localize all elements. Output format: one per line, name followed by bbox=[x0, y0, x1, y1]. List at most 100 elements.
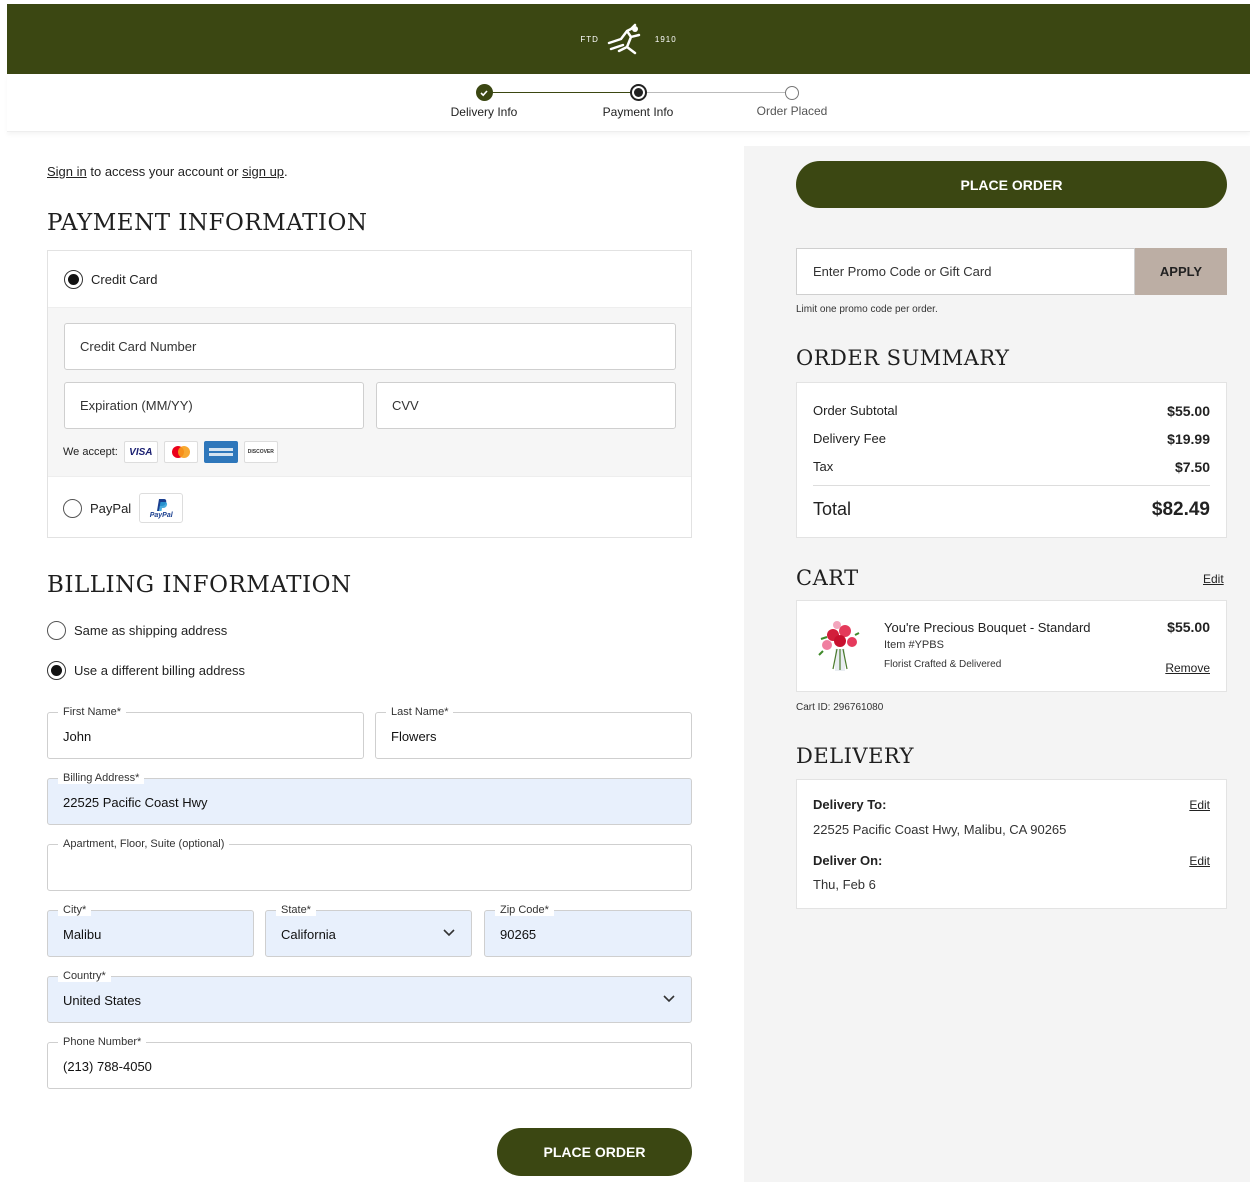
first-name-field[interactable]: First Name* John bbox=[47, 706, 364, 759]
apartment-field[interactable]: Apartment, Floor, Suite (optional) bbox=[47, 838, 692, 891]
mercury-man-icon bbox=[607, 23, 641, 55]
deliver-on-value: Thu, Feb 6 bbox=[813, 877, 876, 892]
sign-up-link[interactable]: sign up bbox=[242, 164, 284, 179]
card-number-input[interactable]: Credit Card Number bbox=[64, 323, 676, 370]
remove-link[interactable]: Remove bbox=[1165, 661, 1210, 675]
credit-card-label: Credit Card bbox=[91, 271, 158, 287]
step-label: Order Placed bbox=[756, 104, 828, 118]
sign-in-link[interactable]: Sign in bbox=[47, 164, 87, 179]
delivery-to-edit-link[interactable]: Edit bbox=[1189, 798, 1210, 812]
cart-edit-link[interactable]: Edit bbox=[1203, 572, 1224, 586]
cart-id: Cart ID: 296761080 bbox=[796, 702, 884, 713]
check-icon bbox=[475, 84, 493, 101]
ftd-logo[interactable]: FTD 1910 bbox=[580, 23, 676, 55]
field-value: United States bbox=[63, 993, 142, 1008]
credit-card-option[interactable]: Credit Card bbox=[48, 251, 691, 307]
field-value: California bbox=[281, 927, 336, 942]
cart-item-description: Florist Crafted & Delivered bbox=[884, 659, 1002, 670]
field-label: Country* bbox=[58, 970, 111, 982]
field-label: Billing Address* bbox=[58, 772, 145, 784]
paypal-label: PayPal bbox=[90, 500, 132, 516]
field-value: 22525 Pacific Coast Hwy bbox=[63, 795, 208, 810]
amex-icon bbox=[203, 441, 238, 463]
bouquet-image bbox=[818, 621, 860, 671]
billing-address-field[interactable]: Billing Address* 22525 Pacific Coast Hwy bbox=[47, 772, 692, 825]
order-summary-box: Order Subtotal $55.00 Delivery Fee $19.9… bbox=[796, 382, 1227, 538]
country-select[interactable]: Country* United States bbox=[47, 970, 692, 1023]
promo-code-form: Enter Promo Code or Gift Card APPLY bbox=[796, 248, 1227, 295]
field-label: State* bbox=[276, 904, 316, 916]
order-summary-title: ORDER SUMMARY bbox=[796, 346, 1010, 370]
cart-title: CART bbox=[796, 566, 859, 590]
delivery-box: Delivery To: Edit 22525 Pacific Coast Hw… bbox=[796, 779, 1227, 909]
field-label: City* bbox=[58, 904, 92, 916]
credit-card-form: Credit Card Number Expiration (MM/YY) CV… bbox=[48, 307, 691, 477]
summary-row-total: Total $82.49 bbox=[813, 499, 1210, 520]
cart-item-name: You're Precious Bouquet - Standard bbox=[884, 620, 1091, 635]
step-order-placed: Order Placed bbox=[742, 84, 842, 118]
chevron-down-icon bbox=[663, 992, 675, 1006]
zip-code-field[interactable]: Zip Code* 90265 bbox=[484, 904, 692, 957]
visa-icon: VISA bbox=[123, 441, 158, 463]
checkout-form: Sign in to access your account or sign u… bbox=[7, 146, 744, 1182]
chevron-down-icon bbox=[443, 926, 455, 940]
last-name-field[interactable]: Last Name* Flowers bbox=[375, 706, 692, 759]
radio-selected-icon[interactable] bbox=[64, 269, 83, 289]
deliver-on-edit-link[interactable]: Edit bbox=[1189, 854, 1210, 868]
mastercard-icon bbox=[163, 441, 198, 463]
radio-unselected-icon[interactable] bbox=[47, 621, 66, 640]
billing-info-title: BILLING INFORMATION bbox=[47, 572, 352, 598]
same-as-shipping-option[interactable]: Same as shipping address bbox=[47, 621, 227, 640]
cvv-input[interactable]: CVV bbox=[376, 382, 676, 429]
payment-methods: Credit Card Credit Card Number Expiratio… bbox=[47, 250, 692, 538]
cart-item-number: Item #YPBS bbox=[884, 639, 944, 651]
cart-box: You're Precious Bouquet - Standard Item … bbox=[796, 600, 1227, 692]
radio-unselected-icon[interactable] bbox=[63, 498, 82, 518]
field-label: Phone Number* bbox=[58, 1036, 147, 1048]
logo-text-left: FTD bbox=[580, 34, 599, 44]
state-select[interactable]: State* California bbox=[265, 904, 472, 957]
field-value: (213) 788-4050 bbox=[63, 1059, 152, 1074]
apply-button[interactable]: APPLY bbox=[1135, 248, 1227, 295]
field-value: John bbox=[63, 729, 92, 744]
step-delivery-info[interactable]: Delivery Info bbox=[434, 84, 534, 119]
logo-text-right: 1910 bbox=[654, 34, 677, 44]
step-label: Payment Info bbox=[602, 105, 674, 119]
phone-number-field[interactable]: Phone Number* (213) 788-4050 bbox=[47, 1036, 692, 1089]
field-value: Flowers bbox=[391, 729, 437, 744]
field-label: First Name* bbox=[58, 706, 127, 718]
signin-prompt: Sign in to access your account or sign u… bbox=[47, 164, 288, 179]
paypal-logo-icon: PayPal bbox=[139, 493, 184, 523]
paypal-option[interactable]: PayPal PayPal bbox=[48, 477, 691, 539]
field-label: Zip Code* bbox=[495, 904, 554, 916]
site-header: FTD 1910 bbox=[7, 4, 1250, 74]
order-sidebar: PLACE ORDER Enter Promo Code or Gift Car… bbox=[744, 146, 1250, 1182]
field-label: Last Name* bbox=[386, 706, 454, 718]
delivery-to-label: Delivery To: bbox=[813, 797, 887, 812]
current-step-icon bbox=[629, 84, 647, 101]
place-order-button[interactable]: PLACE ORDER bbox=[497, 1128, 692, 1176]
cart-item-price: $55.00 bbox=[1167, 619, 1210, 635]
radio-selected-icon[interactable] bbox=[47, 661, 66, 680]
city-field[interactable]: City* Malibu bbox=[47, 904, 254, 957]
payment-info-title: PAYMENT INFORMATION bbox=[47, 210, 368, 236]
discover-icon: DISCOVER bbox=[243, 441, 278, 463]
we-accept-label: We accept: bbox=[63, 446, 118, 458]
expiration-input[interactable]: Expiration (MM/YY) bbox=[64, 382, 364, 429]
summary-row-tax: Tax $7.50 bbox=[813, 459, 1210, 475]
summary-divider bbox=[813, 485, 1210, 486]
delivery-title: DELIVERY bbox=[796, 744, 914, 768]
promo-code-input[interactable]: Enter Promo Code or Gift Card bbox=[796, 248, 1135, 295]
summary-row-subtotal: Order Subtotal $55.00 bbox=[813, 403, 1210, 419]
summary-row-delivery-fee: Delivery Fee $19.99 bbox=[813, 431, 1210, 447]
field-value: 90265 bbox=[500, 927, 537, 942]
accepted-cards: We accept: VISA DISCOVER bbox=[63, 441, 278, 463]
checkout-progress: Delivery Info Payment Info Order Placed bbox=[7, 74, 1250, 132]
promo-limit-note: Limit one promo code per order. bbox=[796, 304, 938, 315]
place-order-button[interactable]: PLACE ORDER bbox=[796, 161, 1227, 208]
step-label: Delivery Info bbox=[450, 105, 518, 119]
delivery-to-value: 22525 Pacific Coast Hwy, Malibu, CA 9026… bbox=[813, 822, 1067, 837]
pending-step-icon bbox=[785, 86, 799, 100]
different-billing-option[interactable]: Use a different billing address bbox=[47, 661, 245, 680]
field-label: Apartment, Floor, Suite (optional) bbox=[58, 838, 230, 850]
